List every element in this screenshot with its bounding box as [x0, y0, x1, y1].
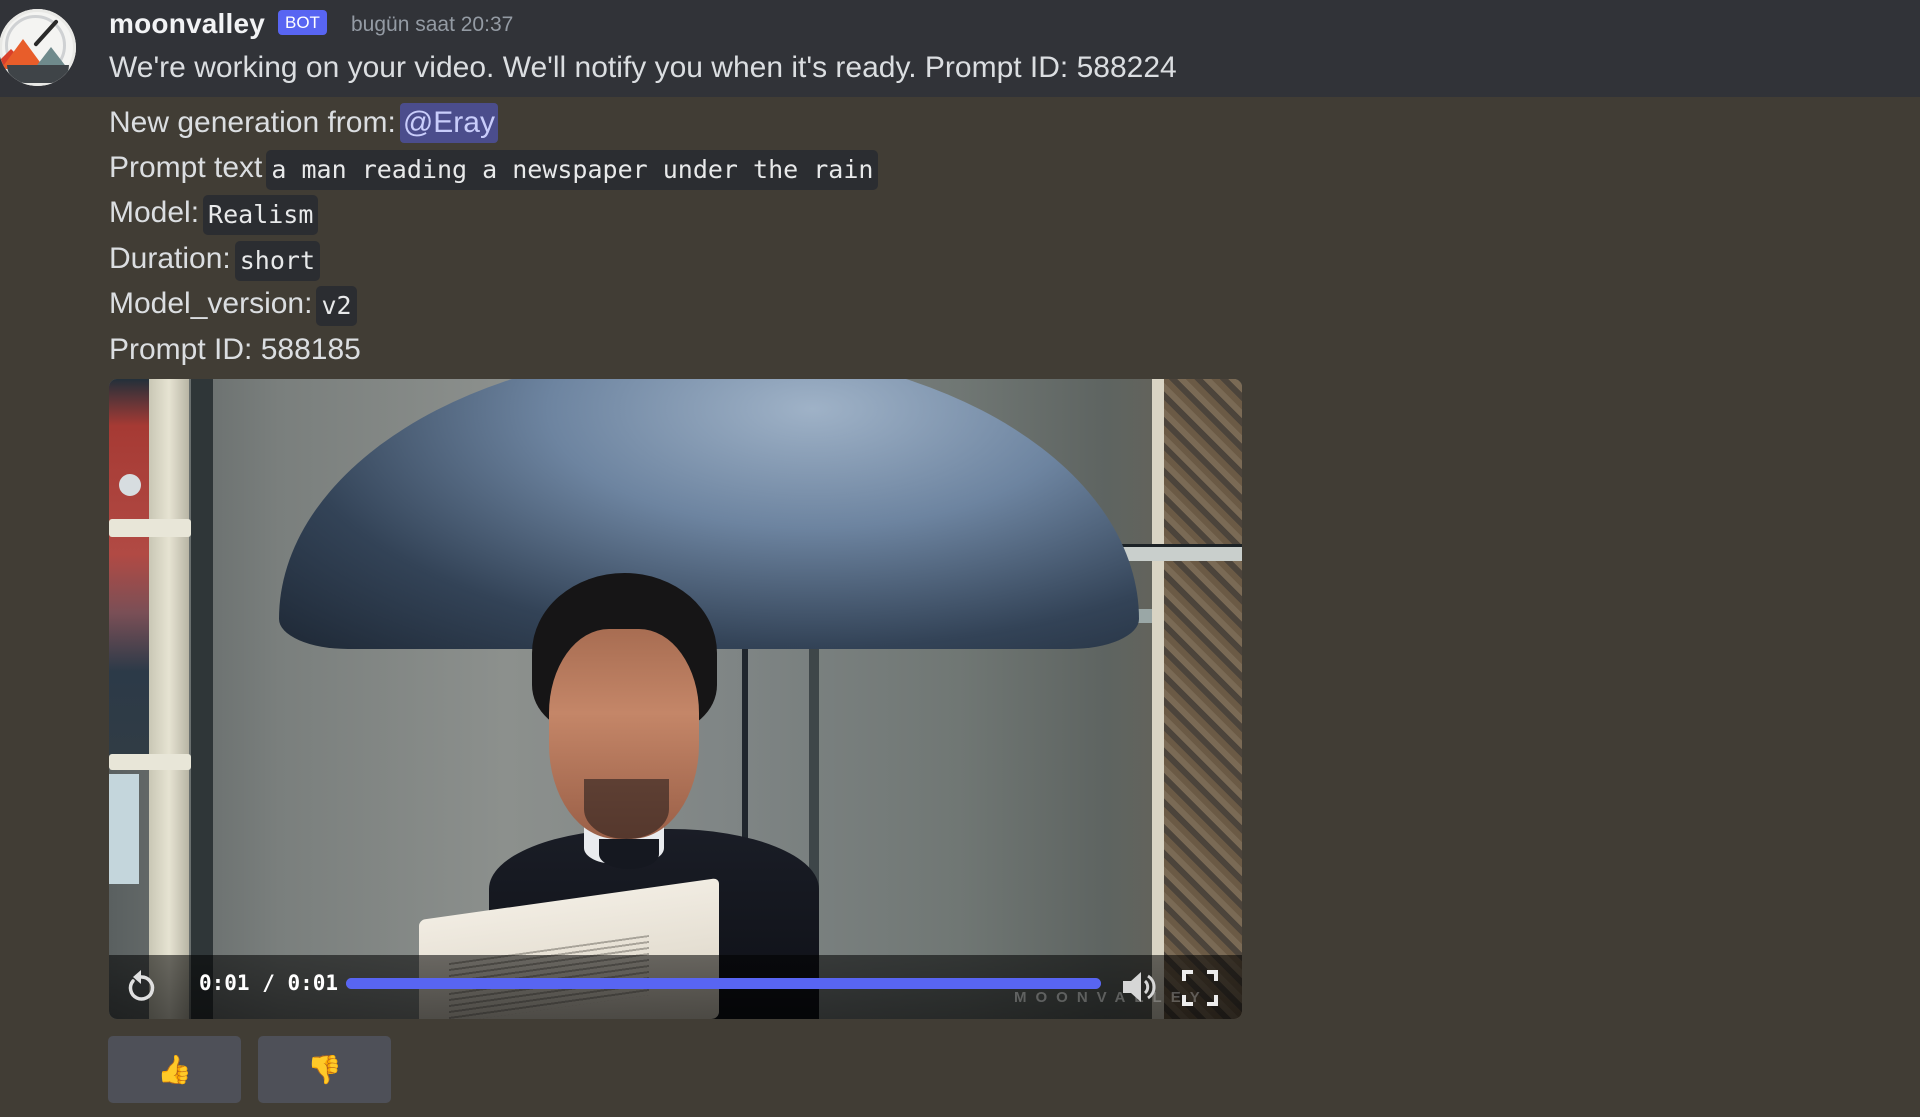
- bot-avatar[interactable]: [0, 9, 76, 86]
- thumbs-up-icon: 👍: [157, 1054, 192, 1085]
- scene-stone-pillar: [1164, 379, 1242, 1019]
- message-timestamp: bugün saat 20:37: [351, 13, 514, 36]
- model-value: Realism: [203, 195, 319, 235]
- author-username[interactable]: moonvalley: [109, 8, 265, 40]
- man-beard: [584, 779, 669, 839]
- status-message: We're working on your video. We'll notif…: [109, 51, 1177, 84]
- prompt-text-value: a man reading a newspaper under the rain: [266, 150, 879, 190]
- man-shirt: [599, 839, 659, 869]
- duration-label: Duration:: [109, 242, 231, 275]
- fullscreen-icon[interactable]: [1181, 969, 1219, 1007]
- prompt-text-line: Prompt text a man reading a newspaper und…: [109, 146, 879, 190]
- duration-value: short: [234, 241, 320, 281]
- scene-red-sign: [109, 379, 149, 769]
- avatar-base: [7, 65, 69, 83]
- scene-window-frame: [149, 379, 189, 1019]
- video-player[interactable]: 0:01 / 0:01 MOONVALLEY: [109, 379, 1242, 1019]
- thumbs-up-button[interactable]: 👍: [108, 1036, 241, 1103]
- user-mention[interactable]: @Eray: [399, 103, 498, 143]
- generation-from-label: New generation from:: [109, 106, 396, 139]
- scene-dark-post: [191, 379, 213, 1019]
- generation-from-line: New generation from: @Eray: [109, 101, 498, 145]
- prompt-text-label: Prompt text: [109, 151, 263, 184]
- video-controls: 0:01 / 0:01 MOONVALLEY: [109, 955, 1242, 1019]
- scene-sign-dot: [119, 474, 141, 496]
- model-line: Model: Realism: [109, 191, 319, 235]
- video-frame: [109, 379, 1242, 1019]
- model-version-label: Model_version:: [109, 287, 313, 320]
- umbrella-canopy: [279, 379, 1139, 649]
- video-progress-bar[interactable]: [346, 978, 1101, 989]
- replay-icon[interactable]: [121, 967, 161, 1007]
- model-version-line: Model_version: v2: [109, 282, 357, 326]
- video-time-display: 0:01 / 0:01: [199, 971, 339, 995]
- umbrella: [279, 379, 1139, 649]
- model-label: Model:: [109, 196, 200, 229]
- scene-window-bar: [109, 754, 191, 770]
- scene-pillar-edge: [1152, 379, 1164, 1019]
- video-progress-fill: [346, 978, 1101, 989]
- scene-light-box: [109, 774, 139, 884]
- thumbs-down-button[interactable]: 👎: [258, 1036, 391, 1103]
- bot-badge: BOT: [278, 10, 327, 35]
- model-version-value: v2: [316, 286, 357, 326]
- thumbs-down-icon: 👎: [307, 1054, 342, 1085]
- video-watermark: MOONVALLEY: [1014, 989, 1209, 1006]
- volume-icon[interactable]: [1119, 969, 1159, 1005]
- prompt-id-line: Prompt ID: 588185: [109, 333, 361, 366]
- duration-line: Duration: short: [109, 237, 320, 281]
- scene-window-bar: [109, 519, 191, 537]
